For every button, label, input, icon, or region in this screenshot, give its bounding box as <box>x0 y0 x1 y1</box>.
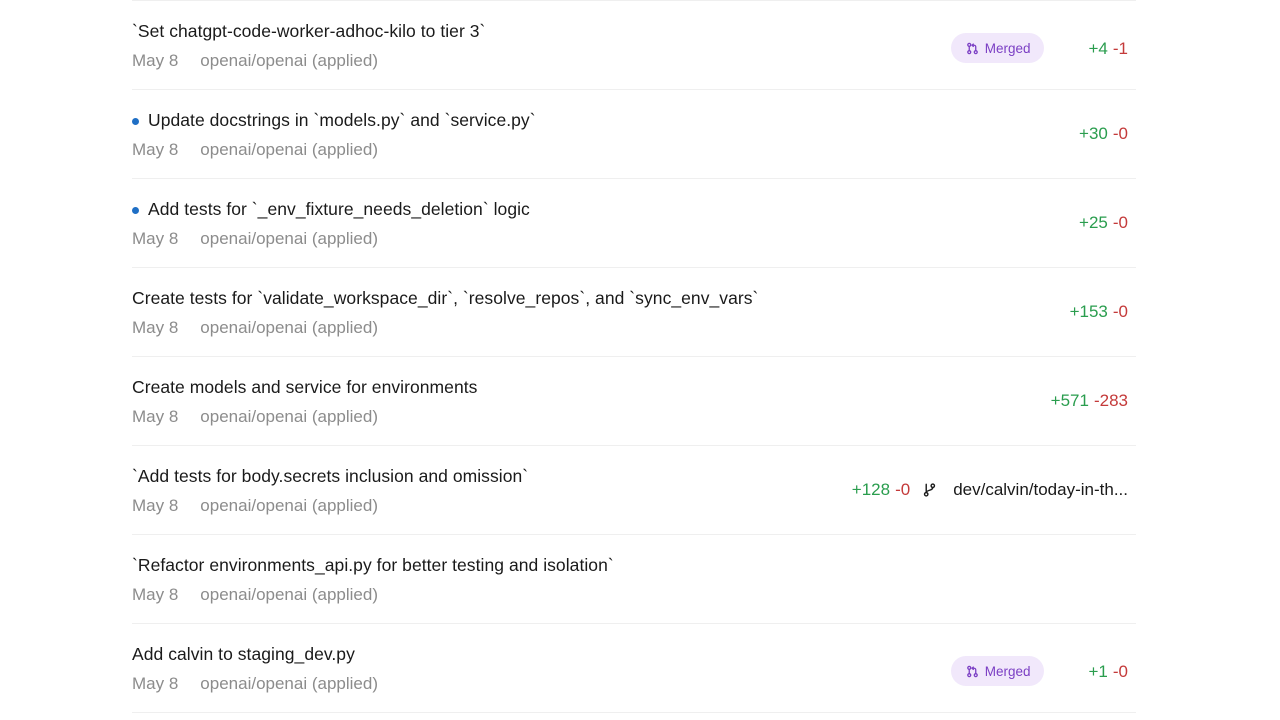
task-title[interactable]: `Refactor environments_api.py for better… <box>132 555 614 576</box>
task-meta: May 8 openai/openai (applied) <box>132 140 378 160</box>
task-title-line[interactable]: Create tests for `validate_workspace_dir… <box>132 288 758 309</box>
task-repo: openai/openai (applied) <box>200 140 378 159</box>
task-stats: +571 -283 <box>1051 391 1128 411</box>
merged-badge-label: Merged <box>984 40 1031 56</box>
deletions-count: -283 <box>1093 391 1128 410</box>
merged-badge[interactable]: Merged <box>950 33 1045 63</box>
merged-badge[interactable]: Merged <box>950 656 1045 686</box>
task-date: May 8 <box>132 318 179 337</box>
task-title[interactable]: Create models and service for environmen… <box>132 377 477 398</box>
task-date: May 8 <box>132 229 179 248</box>
task-list: `Set chatgpt-code-worker-adhoc-kilo to t… <box>132 0 1136 720</box>
unread-dot-icon <box>132 206 139 214</box>
task-repo: openai/openai (applied) <box>200 407 378 426</box>
task-date: May 8 <box>132 585 179 604</box>
deletions-count: -0 <box>1112 662 1128 681</box>
task-stats: +25 -0 <box>1079 213 1128 233</box>
task-row[interactable]: Create models and service for environmen… <box>132 357 1136 446</box>
pull-request-icon <box>966 42 978 54</box>
deletions-count: -0 <box>1112 302 1128 321</box>
deletions-count: -0 <box>895 480 911 499</box>
pull-request-icon <box>966 665 978 677</box>
task-meta: May 8 openai/openai (applied) <box>132 496 378 516</box>
task-title[interactable]: `Add tests for body.secrets inclusion an… <box>132 466 528 487</box>
task-meta: May 8 openai/openai (applied) <box>132 229 378 249</box>
task-row[interactable]: `Refactor environments_api.py for better… <box>132 535 1136 624</box>
task-date: May 8 <box>132 674 179 693</box>
task-title[interactable]: Add tests for `_env_fixture_needs_deleti… <box>148 199 530 220</box>
additions-count: +571 <box>1050 391 1089 410</box>
branch-link[interactable]: dev/calvin/today-in-th... <box>922 480 1128 500</box>
task-date: May 8 <box>132 51 179 70</box>
additions-count: +4 <box>1088 39 1108 58</box>
task-repo: openai/openai (applied) <box>200 51 378 70</box>
additions-count: +25 <box>1079 213 1108 232</box>
task-row[interactable]: Create tests for `validate_workspace_dir… <box>132 268 1136 357</box>
task-title-line[interactable]: Add calvin to staging_dev.py <box>132 644 355 665</box>
task-row[interactable]: `Set chatgpt-code-worker-adhoc-kilo to t… <box>132 1 1136 90</box>
task-date: May 8 <box>132 140 179 159</box>
deletions-count: -1 <box>1112 39 1128 58</box>
task-title-line[interactable]: Add tests for `_env_fixture_needs_deleti… <box>132 199 530 220</box>
task-meta: May 8 openai/openai (applied) <box>132 674 378 694</box>
deletions-count: -0 <box>1112 124 1128 143</box>
task-row[interactable]: Add calvin to staging_dev.py May 8 openai… <box>132 624 1136 713</box>
task-stats: +128 -0 dev/calvin/today-in-th... <box>852 480 1128 500</box>
task-title-line[interactable]: `Refactor environments_api.py for better… <box>132 555 614 576</box>
additions-count: +128 <box>851 480 891 499</box>
unread-dot-icon <box>132 117 139 125</box>
task-meta: May 8 openai/openai (applied) <box>132 51 378 71</box>
task-title-line[interactable]: Update docstrings in `models.py` and `se… <box>132 110 536 131</box>
task-title[interactable]: Add calvin to staging_dev.py <box>132 644 355 665</box>
task-repo: openai/openai (applied) <box>200 496 378 515</box>
task-title[interactable]: Update docstrings in `models.py` and `se… <box>148 110 536 131</box>
task-title[interactable]: Create tests for `validate_workspace_dir… <box>132 288 758 309</box>
task-row[interactable]: `Add tests for body.secrets inclusion an… <box>132 446 1136 535</box>
merged-badge-label: Merged <box>984 663 1031 679</box>
task-date: May 8 <box>132 496 179 515</box>
task-stats: Merged +1 -0 <box>950 656 1128 686</box>
task-row[interactable]: Update docstrings in `models.py` and `se… <box>132 90 1136 179</box>
branch-name[interactable]: dev/calvin/today-in-th... <box>953 480 1128 500</box>
additions-count: +153 <box>1069 302 1108 321</box>
task-repo: openai/openai (applied) <box>200 318 378 337</box>
additions-count: +30 <box>1079 124 1108 143</box>
task-date: May 8 <box>132 407 179 426</box>
task-row[interactable]: Add tests for `_env_fixture_needs_deleti… <box>132 179 1136 268</box>
task-stats: Merged +4 -1 <box>950 33 1128 63</box>
task-repo: openai/openai (applied) <box>200 585 378 604</box>
task-meta: May 8 openai/openai (applied) <box>132 318 378 338</box>
git-branch-icon <box>924 483 936 497</box>
task-stats: +30 -0 <box>1079 124 1128 144</box>
task-title-line[interactable]: `Set chatgpt-code-worker-adhoc-kilo to t… <box>132 21 485 42</box>
task-stats: +153 -0 <box>1070 302 1128 322</box>
task-meta: May 8 openai/openai (applied) <box>132 407 378 427</box>
deletions-count: -0 <box>1112 213 1128 232</box>
task-title[interactable]: `Set chatgpt-code-worker-adhoc-kilo to t… <box>132 21 485 42</box>
task-repo: openai/openai (applied) <box>200 674 378 693</box>
additions-count: +1 <box>1088 662 1108 681</box>
task-title-line[interactable]: `Add tests for body.secrets inclusion an… <box>132 466 528 487</box>
task-meta: May 8 openai/openai (applied) <box>132 585 378 605</box>
task-repo: openai/openai (applied) <box>200 229 378 248</box>
task-title-line[interactable]: Create models and service for environmen… <box>132 377 477 398</box>
